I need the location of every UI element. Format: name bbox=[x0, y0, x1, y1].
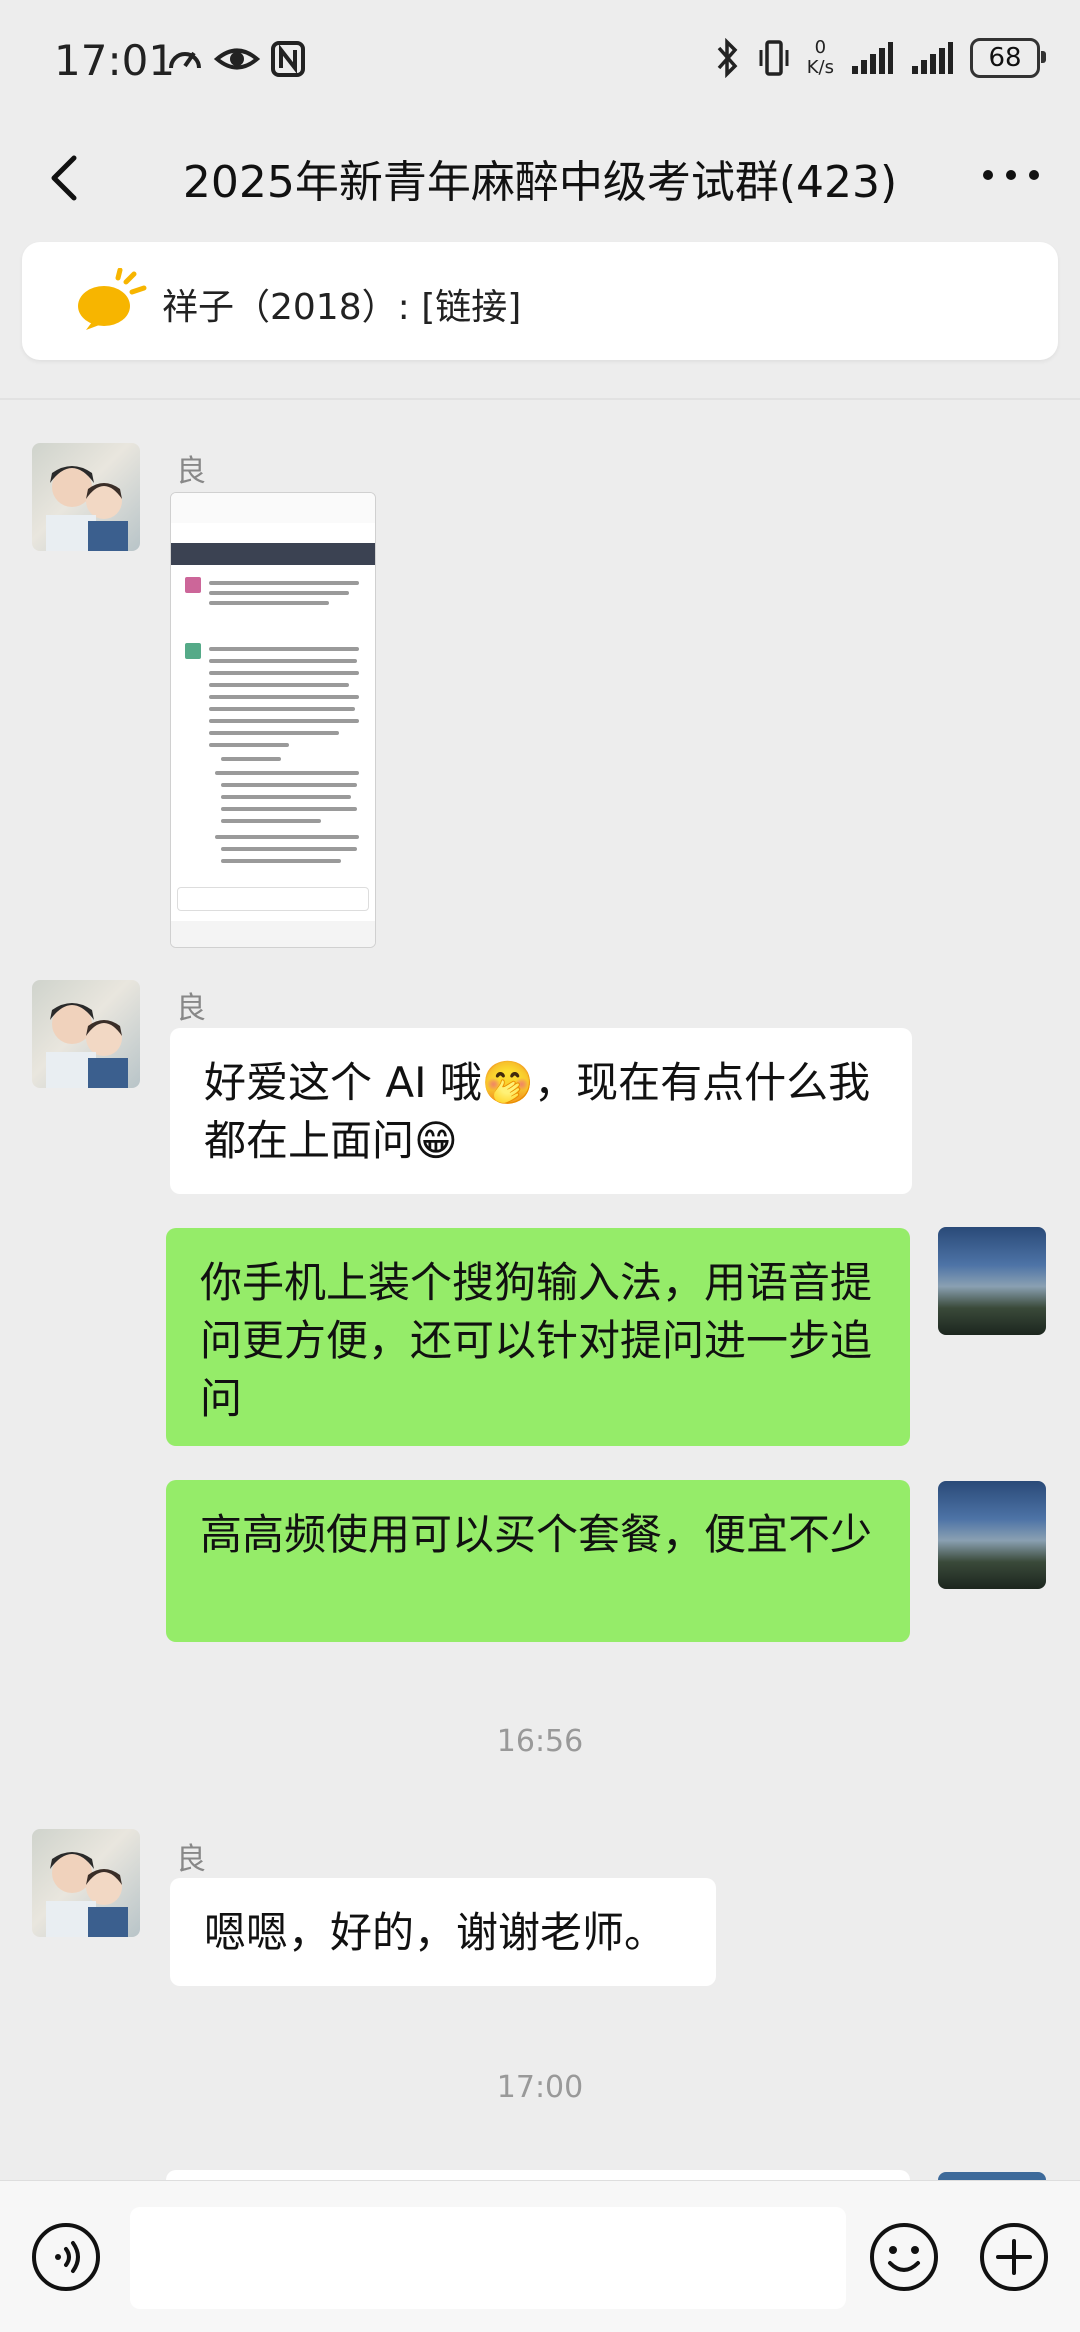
eye-icon bbox=[214, 48, 260, 70]
signal-icon bbox=[852, 42, 893, 74]
incoming-message-bubble[interactable]: 好爱这个 AI 哦🤭，现在有点什么我都在上面问😁 bbox=[170, 1028, 912, 1194]
vibrate-icon bbox=[759, 40, 789, 76]
announcement-icon bbox=[78, 268, 147, 330]
avatar[interactable] bbox=[32, 443, 140, 551]
avatar[interactable] bbox=[32, 1829, 140, 1937]
time-separator: 16:56 bbox=[496, 1724, 584, 1759]
bluetooth-icon bbox=[717, 38, 738, 78]
thumb-statusbar bbox=[171, 493, 375, 523]
more-button[interactable] bbox=[976, 150, 1046, 200]
status-right-icons: 0 K/s 68 bbox=[715, 38, 1046, 78]
emoji-button[interactable] bbox=[868, 2221, 940, 2293]
plus-button[interactable] bbox=[978, 2221, 1050, 2293]
thumb-line bbox=[209, 683, 349, 687]
title-bar: 2025年新青年麻醉中级考试群(423) bbox=[0, 120, 1080, 232]
thumb-line bbox=[209, 659, 357, 663]
thumb-input bbox=[177, 887, 369, 911]
thumb-line bbox=[209, 671, 359, 675]
outgoing-message-bubble[interactable]: 高高频使用可以买个套餐，便宜不少 bbox=[166, 1480, 910, 1642]
signal-icon bbox=[912, 42, 953, 74]
avatar-photo bbox=[46, 1852, 128, 1937]
thumb-line bbox=[221, 859, 341, 863]
thumb-line bbox=[215, 771, 359, 775]
thumb-avatar bbox=[185, 577, 201, 593]
thumb-line bbox=[221, 783, 357, 787]
pinned-message[interactable]: 祥子（2018）: [链接] bbox=[22, 242, 1058, 360]
thumb-avatar bbox=[185, 643, 201, 659]
thumb-line bbox=[209, 581, 359, 585]
avatar-photo bbox=[46, 1003, 128, 1088]
plus-icon bbox=[980, 2223, 1048, 2291]
thumb-line bbox=[221, 847, 357, 851]
voice-icon bbox=[32, 2223, 100, 2291]
thumb-line bbox=[209, 601, 329, 605]
image-message[interactable] bbox=[170, 492, 376, 948]
chat-title: 2025年新青年麻醉中级考试群(423) bbox=[182, 157, 898, 208]
message-input[interactable] bbox=[130, 2207, 846, 2309]
more-dots-icon bbox=[983, 170, 1039, 180]
outgoing-message-bubble[interactable]: 你手机上装个搜狗输入法，用语音提问更方便，还可以针对提问进一步追问 bbox=[166, 1228, 910, 1446]
sender-name: 良 bbox=[176, 454, 206, 489]
sender-name: 良 bbox=[176, 1842, 206, 1877]
avatar-self[interactable] bbox=[938, 1227, 1046, 1335]
voice-button[interactable] bbox=[30, 2221, 102, 2293]
status-bar: 17:01 0 K/s 68 bbox=[0, 0, 1080, 120]
thumb-line bbox=[221, 795, 351, 799]
net-speed-unit: K/s bbox=[806, 57, 834, 78]
avatar[interactable] bbox=[32, 980, 140, 1088]
thumb-line bbox=[209, 695, 359, 699]
thumb-line bbox=[209, 707, 355, 711]
thumb-line bbox=[221, 807, 357, 811]
thumb-line bbox=[209, 591, 349, 595]
thumb-navbar bbox=[171, 921, 375, 947]
status-left-icons bbox=[166, 40, 306, 78]
thumb-line bbox=[221, 757, 281, 761]
incoming-message-bubble[interactable]: 嗯嗯，好的，谢谢老师。 bbox=[170, 1878, 716, 1986]
thumb-header bbox=[171, 543, 375, 565]
divider bbox=[0, 398, 1080, 400]
emoji-icon bbox=[870, 2223, 938, 2291]
net-speed: 0 K/s bbox=[807, 38, 834, 78]
thumb-line bbox=[221, 819, 321, 823]
net-speed-value: 0 bbox=[814, 37, 827, 58]
thumb-line bbox=[209, 743, 289, 747]
pinned-text: 祥子（2018）: [链接] bbox=[162, 287, 522, 328]
time-separator: 17:00 bbox=[496, 2070, 584, 2105]
thumb-line bbox=[209, 719, 359, 723]
thumb-line bbox=[209, 731, 339, 735]
status-time: 17:01 bbox=[54, 36, 176, 85]
thumb-line bbox=[215, 835, 359, 839]
sender-name: 良 bbox=[176, 991, 206, 1026]
battery-indicator: 68 bbox=[970, 38, 1046, 78]
nfc-icon bbox=[271, 41, 305, 77]
input-bar bbox=[0, 2180, 1080, 2332]
avatar-self[interactable] bbox=[938, 1481, 1046, 1589]
thumb-line bbox=[209, 647, 359, 651]
speedometer-icon bbox=[169, 51, 201, 69]
avatar-photo bbox=[46, 466, 128, 551]
